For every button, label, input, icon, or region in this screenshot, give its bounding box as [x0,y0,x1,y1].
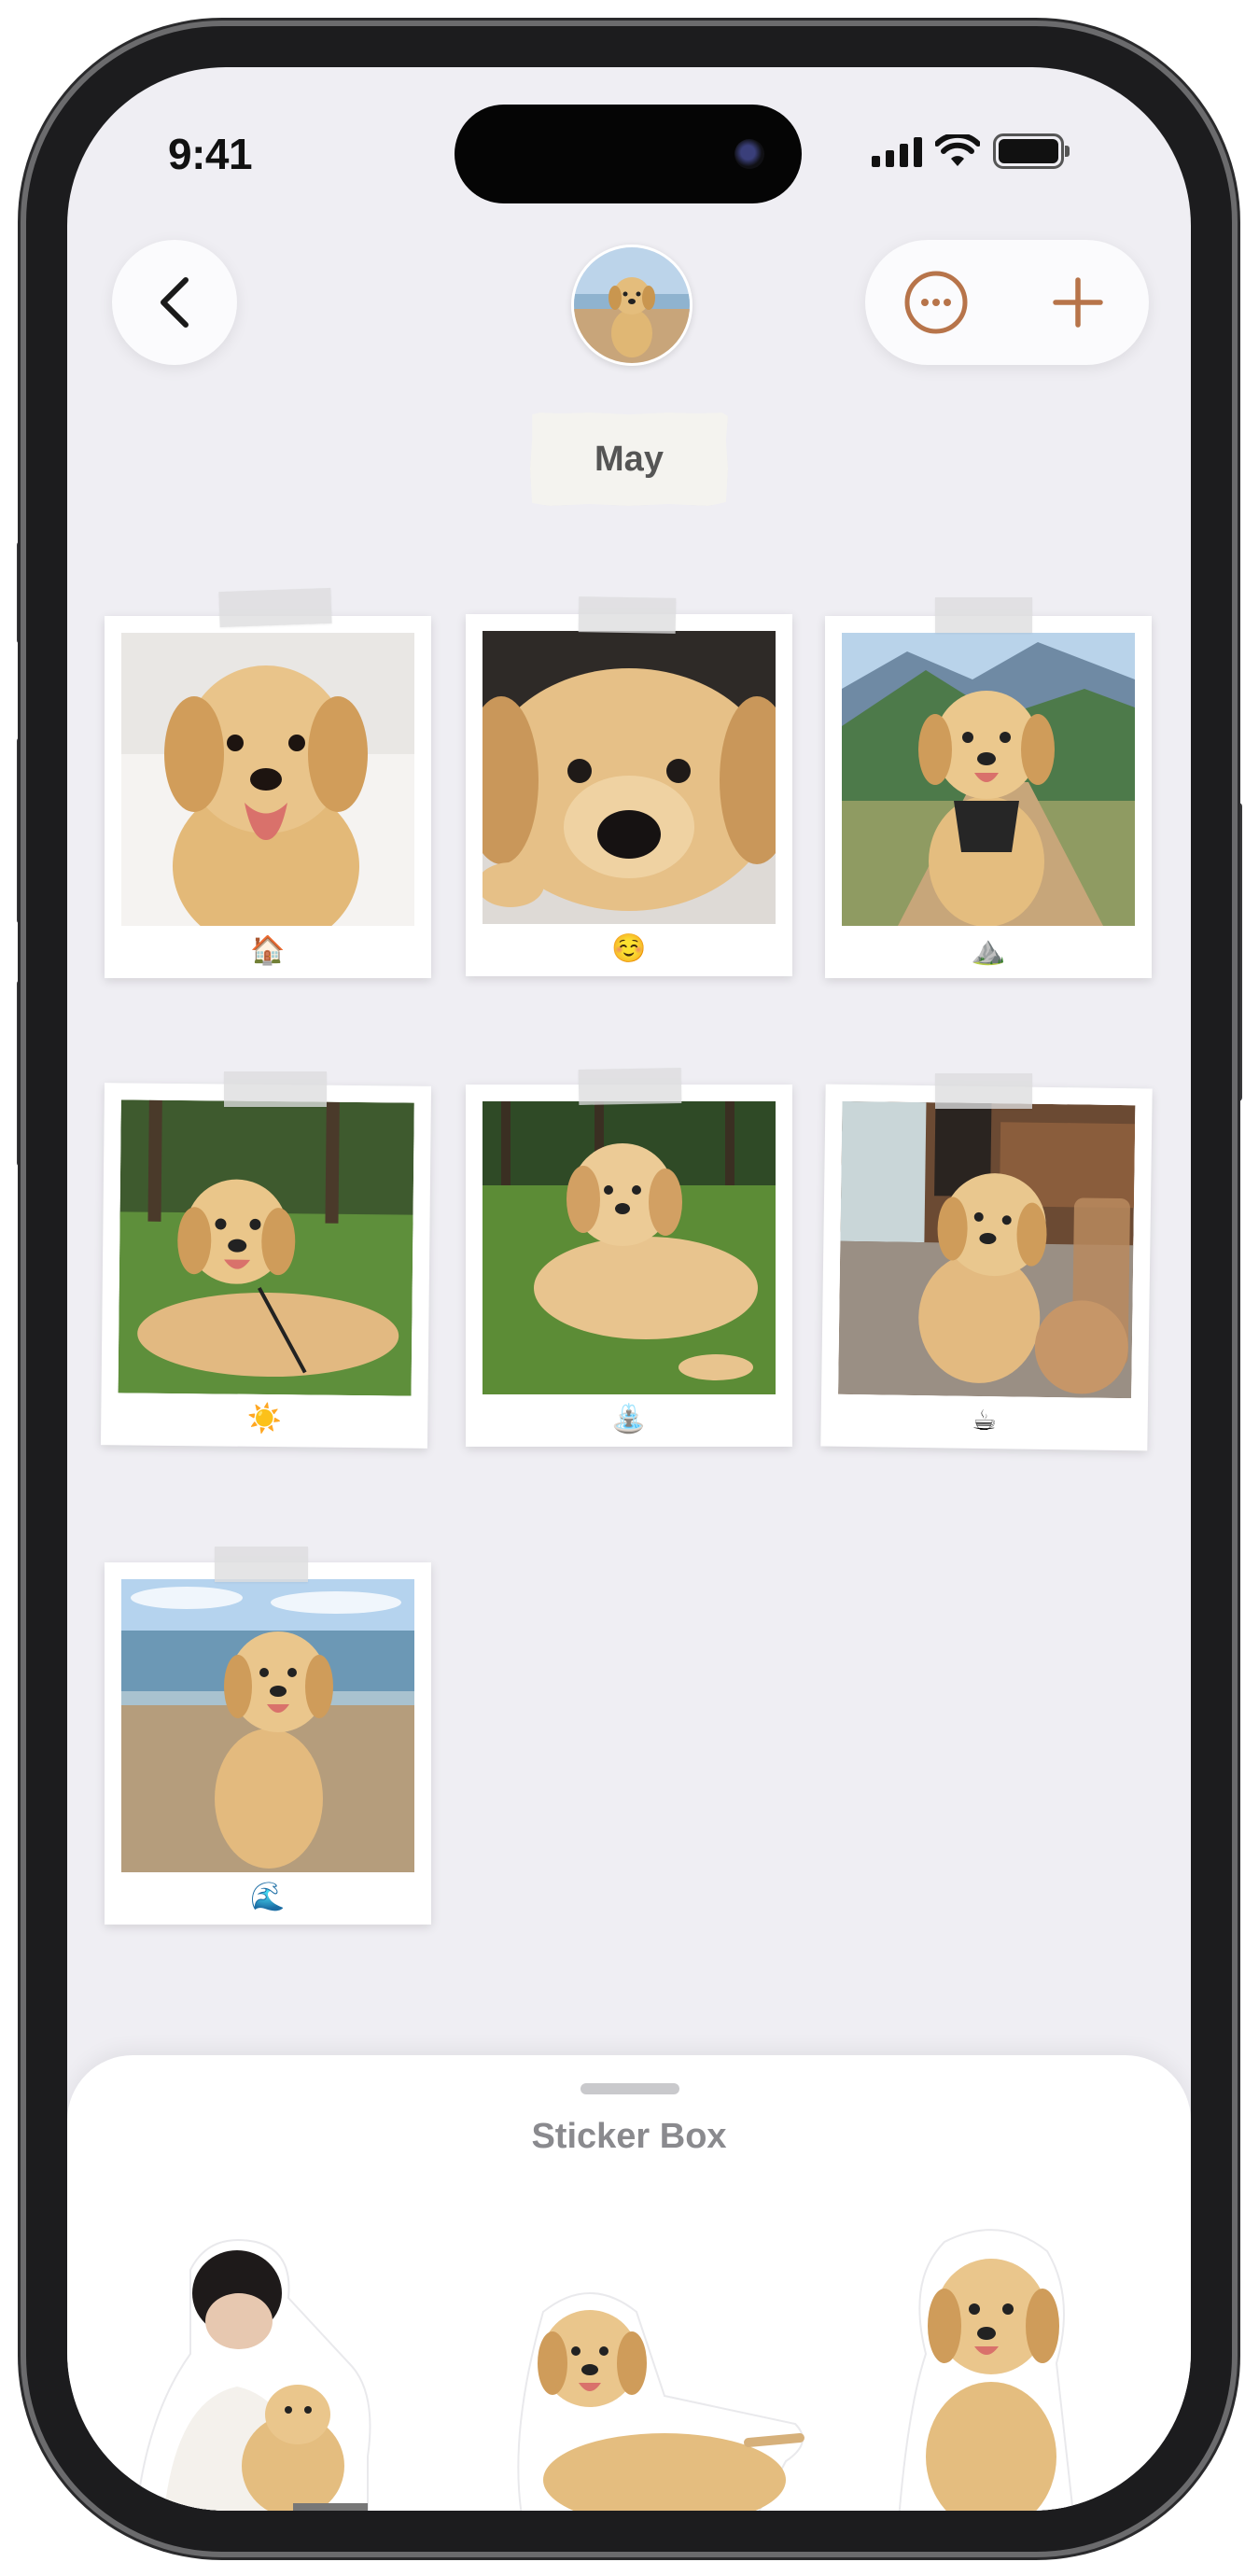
tape-decoration [578,596,677,634]
front-camera [734,139,764,169]
photo-sticker-emoji: 🌊 [250,1882,286,1912]
cellular-signal-icon [872,135,922,167]
sticker-box-sheet: Sticker Box [67,2055,1191,2511]
tape-decoration [935,1073,1032,1109]
photo-card[interactable]: 🌊 [105,1562,431,1925]
photo-sticker-emoji: ⛲ [611,1404,647,1435]
volume-up-button [17,737,26,924]
tape-decoration [578,1068,682,1105]
tape-decoration [935,597,1032,633]
photo-sticker-emoji: ☺️ [611,933,647,964]
photo-sticker-emoji: 🏠 [250,935,286,966]
photo-image [121,633,414,926]
photo-card[interactable]: ⛲ [466,1085,792,1447]
month-label: May [530,413,728,506]
actions-pill [865,240,1149,365]
more-button[interactable] [899,265,973,340]
status-time: 9:41 [168,130,253,178]
plus-icon [1053,277,1103,328]
puppy-lying-sticker[interactable] [506,2275,814,2511]
photo-card[interactable]: ☺️ [466,614,792,976]
puppy-avatar-image [574,247,690,363]
photo-image [842,633,1135,926]
photo-card[interactable]: ☀️ [100,1083,432,1449]
ellipsis-circle-icon [904,271,968,334]
action-button [17,541,26,644]
add-button[interactable] [1041,265,1115,340]
person-with-puppy-sticker[interactable] [134,2233,405,2511]
app-screen: 9:41 May 🏠 ☺️ ⛰️ ☀️ ⛲ ☕ 🌊 Sticker Box [67,67,1191,2511]
album-avatar[interactable] [571,245,692,366]
volume-down-button [17,980,26,1167]
photo-card[interactable]: ⛰️ [825,616,1152,978]
photo-image [483,1101,776,1394]
tape-decoration [224,1071,327,1107]
battery-icon [993,133,1070,169]
photo-image [118,1099,414,1396]
photo-card[interactable]: 🏠 [105,616,431,978]
photo-sticker-emoji: ☕ [972,1405,998,1437]
power-button [1233,803,1242,1101]
dynamic-island [455,105,802,203]
photo-card[interactable]: ☕ [820,1084,1153,1451]
status-icons [872,133,1070,170]
photo-sticker-emoji: ☀️ [246,1403,283,1435]
photo-image [121,1579,414,1872]
photo-sticker-emoji: ⛰️ [971,935,1006,966]
tape-decoration [218,587,332,628]
sticker-box-title: Sticker Box [531,2117,727,2156]
wifi-icon [935,134,980,166]
back-button[interactable] [112,240,237,365]
photo-image [483,631,776,924]
puppy-sitting-sticker[interactable] [888,2223,1103,2511]
tape-decoration [215,1547,308,1582]
photo-image [838,1100,1136,1399]
chevron-left-icon [161,277,189,328]
sheet-grabber[interactable] [581,2083,679,2094]
